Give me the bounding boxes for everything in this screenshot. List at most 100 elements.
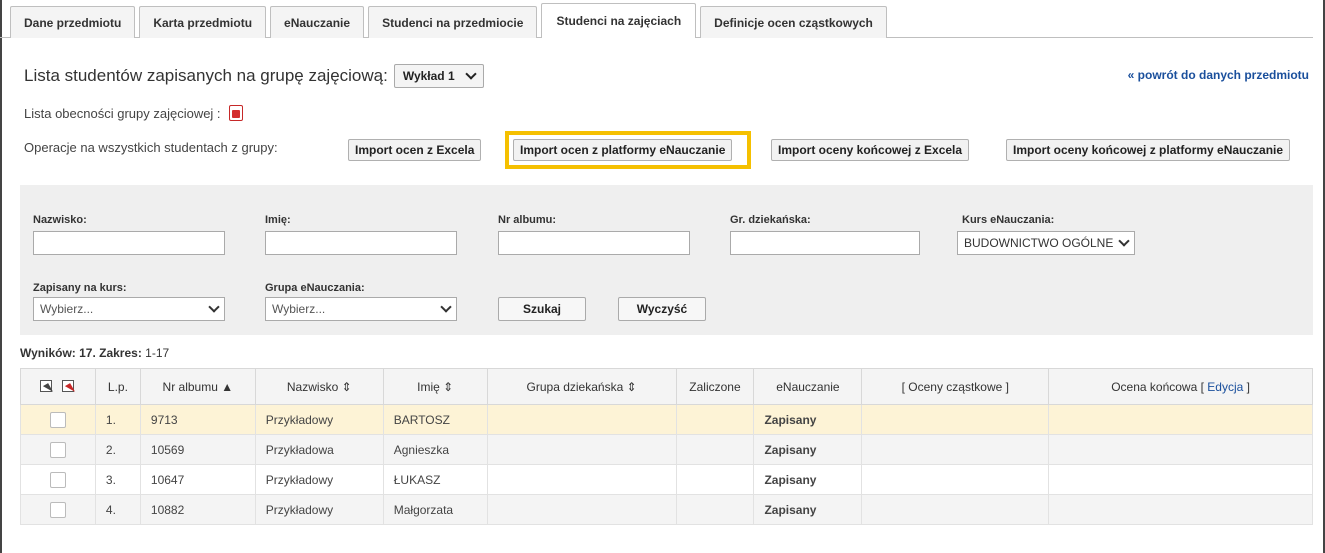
group-select[interactable]: Wykład 1 — [393, 64, 484, 88]
header-imie[interactable]: Imię ⇕ — [382, 368, 488, 405]
cell-nr-albumu[interactable]: 10882 — [139, 494, 256, 525]
nazwisko-label: Nazwisko: — [33, 214, 87, 226]
highlight-box — [505, 131, 751, 169]
cell-enauczanie: Zapisany — [753, 404, 863, 435]
cell-grupa — [486, 464, 677, 495]
row-checkbox[interactable] — [49, 441, 66, 458]
cell-oceny — [861, 494, 1050, 525]
page-title-row: Lista studentów zapisanych na grupę zaję… — [24, 64, 484, 88]
gr-dziekanska-label: Gr. dziekańska: — [730, 214, 811, 226]
cell-nr-albumu[interactable]: 10647 — [139, 464, 256, 495]
tab-bar: Dane przedmiotu Karta przedmiotu eNaucza… — [0, 0, 1313, 39]
deselect-all-icon[interactable] — [61, 379, 76, 394]
results-range: 1-17 — [145, 346, 170, 360]
table-row[interactable]: 2. 10569 Przykładowa Agnieszka Zapisany — [20, 434, 1313, 465]
row-checkbox[interactable] — [49, 501, 66, 518]
cell-grupa — [486, 434, 677, 465]
import-grades-excel-button[interactable]: Import ocen z Excela — [348, 139, 482, 161]
tab-definicje-ocen[interactable]: Definicje ocen cząstkowych — [700, 6, 887, 38]
cell-nazwisko: Przykładowa — [254, 434, 384, 465]
filter-panel: Nazwisko: Imię: Nr albumu: Gr. dziekańsk… — [20, 185, 1313, 335]
nazwisko-input[interactable] — [33, 231, 225, 255]
results-summary: Wyników: 17. Zakres: 1-17 — [20, 346, 169, 360]
cell-nazwisko: Przykładowy — [254, 404, 384, 435]
tab-dane-przedmiotu[interactable]: Dane przedmiotu — [10, 6, 136, 38]
table-header-row: L.p. Nr albumu ▲ Nazwisko ⇕ Imię ⇕ Grupa… — [20, 368, 1313, 405]
cell-zaliczone — [675, 404, 755, 435]
tab-enauczanie[interactable]: eNauczanie — [270, 6, 365, 38]
cell-nr-albumu[interactable]: 9713 — [139, 404, 256, 435]
header-ocena-koncowa: Ocena końcowa [ Edycja ] — [1048, 368, 1313, 405]
group-select-value: Wykład 1 — [402, 69, 455, 83]
header-nr-albumu[interactable]: Nr albumu ▲ — [139, 368, 256, 405]
row-checkbox[interactable] — [49, 411, 66, 428]
cell-oceny — [861, 404, 1050, 435]
cell-imie: Małgorzata — [382, 494, 488, 525]
search-button[interactable]: Szukaj — [498, 297, 586, 321]
clear-button[interactable]: Wyczyść — [618, 297, 706, 321]
operations-label: Operacje na wszystkich studentach z grup… — [24, 140, 278, 155]
cell-oceny — [861, 434, 1050, 465]
cell-enauczanie: Zapisany — [753, 464, 863, 495]
import-final-grade-excel-button[interactable]: Import oceny końcowej z Excela — [771, 139, 970, 161]
header-lp: L.p. — [94, 368, 141, 405]
header-oceny[interactable]: [ Oceny cząstkowe ] — [861, 368, 1050, 405]
cell-nazwisko: Przykładowy — [254, 464, 384, 495]
nr-albumu-label: Nr albumu: — [498, 214, 557, 226]
cell-zaliczone — [675, 464, 755, 495]
cell-zaliczone — [675, 494, 755, 525]
kurs-label: Kurs eNauczania: — [962, 214, 1055, 226]
imie-input[interactable] — [265, 231, 457, 255]
cell-nr-albumu[interactable]: 10569 — [139, 434, 256, 465]
zapisany-label: Zapisany na kurs: — [33, 282, 127, 294]
table-row[interactable]: 3. 10647 Przykładowy ŁUKASZ Zapisany — [20, 464, 1313, 495]
cell-ocena-koncowa — [1048, 464, 1313, 495]
header-enauczanie: eNauczanie — [753, 368, 863, 405]
cell-grupa — [486, 494, 677, 525]
table-row[interactable]: 1. 9713 Przykładowy BARTOSZ Zapisany — [20, 404, 1313, 435]
students-table: L.p. Nr albumu ▲ Nazwisko ⇕ Imię ⇕ Grupa… — [20, 368, 1313, 525]
select-all-icon[interactable] — [39, 379, 54, 394]
zapisany-select-value: Wybierz... — [40, 302, 94, 316]
zapisany-select[interactable]: Wybierz... — [33, 297, 225, 321]
cell-lp: 3. — [94, 464, 141, 495]
back-to-subject-link[interactable]: « powrót do danych przedmiotu — [1128, 68, 1309, 82]
cell-grupa — [486, 404, 677, 435]
kurs-select-value: BUDOWNICTWO OGÓLNE — [964, 236, 1114, 250]
cell-oceny — [861, 464, 1050, 495]
gr-dziekanska-input[interactable] — [730, 231, 920, 255]
header-nazwisko[interactable]: Nazwisko ⇕ — [254, 368, 384, 405]
grupa-label: Grupa eNauczania: — [265, 282, 365, 294]
cell-ocena-koncowa — [1048, 404, 1313, 435]
kurs-select[interactable]: BUDOWNICTWO OGÓLNE — [957, 231, 1135, 255]
attendance-label: Lista obecności grupy zajęciowej : — [24, 105, 221, 121]
cell-ocena-koncowa — [1048, 434, 1313, 465]
page-title: Lista studentów zapisanych na grupę zaję… — [24, 66, 388, 85]
cell-zaliczone — [675, 434, 755, 465]
cell-nazwisko: Przykładowy — [254, 494, 384, 525]
cell-lp: 4. — [94, 494, 141, 525]
header-select-col — [20, 368, 96, 405]
pdf-icon[interactable] — [228, 105, 243, 121]
header-ocena-label: Ocena końcowa [ — [1111, 379, 1204, 394]
window-frame-left — [0, 0, 2, 553]
chevron-down-icon — [464, 68, 477, 80]
tab-studenci-na-przedmiocie[interactable]: Studenci na przedmiocie — [368, 6, 538, 38]
chevron-down-icon — [440, 301, 452, 313]
imie-label: Imię: — [265, 214, 291, 226]
header-close-bracket: ] — [1246, 379, 1250, 394]
grupa-select[interactable]: Wybierz... — [265, 297, 457, 321]
tab-studenci-na-zajeciach[interactable]: Studenci na zajęciach — [541, 3, 697, 39]
header-grupa[interactable]: Grupa dziekańska ⇕ — [486, 368, 677, 405]
row-checkbox[interactable] — [49, 471, 66, 488]
cell-enauczanie: Zapisany — [753, 434, 863, 465]
table-row[interactable]: 4. 10882 Przykładowy Małgorzata Zapisany — [20, 494, 1313, 525]
chevron-down-icon — [208, 301, 220, 313]
cell-imie: BARTOSZ — [382, 404, 488, 435]
chevron-down-icon — [1118, 235, 1130, 247]
nr-albumu-input[interactable] — [498, 231, 690, 255]
import-final-grade-enauczanie-button[interactable]: Import oceny końcowej z platformy eNaucz… — [1006, 139, 1291, 161]
edit-link[interactable]: Edycja — [1207, 380, 1243, 394]
tab-karta-przedmiotu[interactable]: Karta przedmiotu — [139, 6, 267, 38]
cell-ocena-koncowa — [1048, 494, 1313, 525]
